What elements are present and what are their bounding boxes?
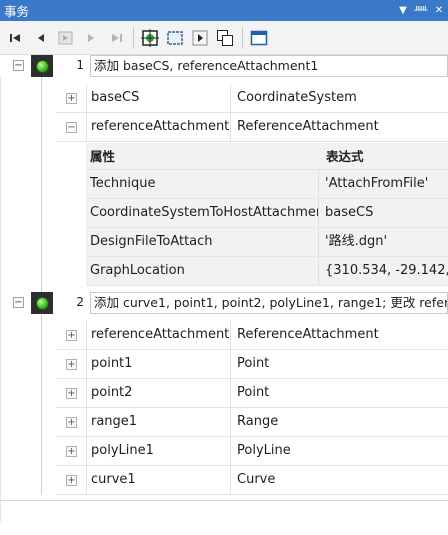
tree-guide-line (41, 77, 42, 292)
table-row[interactable]: + polyLine1 PolyLine (56, 437, 448, 466)
transaction-toolbar (0, 21, 448, 55)
collapse-toggle[interactable]: − (66, 122, 77, 133)
object-table: + referenceAttachment1 ReferenceAttachme… (56, 321, 448, 495)
detail-row[interactable]: Technique 'AttachFromFile' (86, 170, 448, 199)
close-icon[interactable]: ✕ (430, 5, 448, 16)
property-expression[interactable]: 'AttachFromFile' (318, 170, 448, 198)
table-row[interactable]: + range1 Range (56, 408, 448, 437)
go-to-first-button[interactable] (4, 26, 28, 50)
object-name: range1 (86, 408, 230, 436)
expand-toggle[interactable]: + (66, 330, 77, 341)
dropdown-menu-icon[interactable]: ▼ (394, 5, 412, 16)
property-name: CoordinateSystemToHostAttachment (90, 205, 318, 220)
step-into-button[interactable] (54, 26, 78, 50)
expand-toggle[interactable]: + (66, 417, 77, 428)
toolbar-separator (242, 26, 243, 49)
next-icon (88, 33, 94, 42)
tree-guide-line (41, 315, 42, 495)
collapse-toggle[interactable]: − (13, 297, 24, 308)
object-type: Point (230, 350, 448, 378)
status-indicator-icon (31, 292, 53, 314)
object-type: Point (230, 379, 448, 407)
window-icon (250, 30, 268, 45)
property-detail-table: 属性 表达式 Technique 'AttachFromFile' Coordi… (86, 143, 448, 286)
detail-row[interactable]: GraphLocation {310.534, -29.142, 1 (86, 257, 448, 286)
property-name: GraphLocation (90, 263, 185, 278)
property-expression[interactable]: '路线.dgn' (318, 228, 448, 256)
object-name: baseCS (86, 84, 230, 112)
transaction-number: 2 (76, 295, 84, 309)
property-name: Technique (90, 176, 156, 191)
table-row[interactable]: + curve1 Curve (56, 466, 448, 495)
list-divider (0, 500, 448, 501)
detail-row[interactable]: DesignFileToAttach '路线.dgn' (86, 228, 448, 257)
expand-toggle[interactable]: + (66, 93, 77, 104)
property-column-header[interactable]: 属性 (90, 143, 115, 170)
expand-toggle[interactable]: + (66, 388, 77, 399)
previous-icon (38, 33, 44, 42)
object-type: Curve (230, 466, 448, 494)
panel-title: 事务 (4, 4, 30, 19)
object-table: + baseCS CoordinateSystem − referenceAtt… (56, 84, 448, 142)
transaction-description[interactable]: 添加 baseCS, referenceAttachment1 (90, 55, 448, 77)
detail-header: 属性 表达式 (86, 143, 448, 170)
skip-first-icon (10, 33, 20, 42)
property-name: DesignFileToAttach (90, 234, 213, 249)
expand-toggle[interactable]: + (66, 446, 77, 457)
transaction-description[interactable]: 添加 curve1, point1, point2, polyLine1, ra… (90, 292, 448, 314)
pin-icon[interactable]: ᚊ (412, 5, 430, 16)
transaction-number: 1 (76, 58, 84, 72)
object-type: ReferenceAttachment (230, 321, 448, 349)
table-row[interactable]: − referenceAttachment1 ReferenceAttachme… (56, 113, 448, 142)
object-name: point1 (86, 350, 230, 378)
expand-toggle[interactable]: + (66, 475, 77, 486)
property-expression[interactable]: baseCS (318, 199, 448, 227)
transaction-list: − 1 添加 baseCS, referenceAttachment1 + ba… (0, 55, 448, 535)
copy-icon (217, 29, 233, 46)
copy-button[interactable] (213, 26, 237, 50)
object-type: Range (230, 408, 448, 436)
toolbar-separator (133, 26, 134, 49)
select-region-button[interactable] (163, 26, 187, 50)
expression-column-header[interactable]: 表达式 (322, 143, 364, 170)
next-button[interactable] (79, 26, 103, 50)
status-indicator-icon (31, 55, 53, 77)
transaction-row[interactable]: − 1 添加 baseCS, referenceAttachment1 (0, 55, 448, 77)
table-row[interactable]: + baseCS CoordinateSystem (56, 84, 448, 113)
table-row[interactable]: + point1 Point (56, 350, 448, 379)
panel-title-bar: 事务 ▼ ᚊ ✕ (0, 0, 448, 21)
object-name: curve1 (86, 466, 230, 494)
table-row[interactable]: + referenceAttachment1 ReferenceAttachme… (56, 321, 448, 350)
object-name: polyLine1 (86, 437, 230, 465)
play-icon (192, 30, 208, 45)
expand-toggle[interactable]: + (66, 359, 77, 370)
object-name: referenceAttachment1 (86, 113, 230, 141)
play-button[interactable] (188, 26, 212, 50)
step-icon (58, 31, 73, 44)
previous-button[interactable] (29, 26, 53, 50)
transaction-row[interactable]: − 2 添加 curve1, point1, point2, polyLine1… (0, 292, 448, 314)
add-transaction-button[interactable] (138, 26, 162, 50)
go-to-last-button[interactable] (104, 26, 128, 50)
table-row[interactable]: + point2 Point (56, 379, 448, 408)
collapse-toggle[interactable]: − (13, 60, 24, 71)
object-type: CoordinateSystem (230, 84, 448, 112)
property-expression[interactable]: {310.534, -29.142, 1 (318, 257, 448, 285)
fit-view-icon (167, 30, 183, 45)
object-name: referenceAttachment1 (86, 321, 230, 349)
view-panel-button[interactable] (247, 26, 271, 50)
object-name: point2 (86, 379, 230, 407)
detail-row[interactable]: CoordinateSystemToHostAttachment baseCS (86, 199, 448, 228)
object-type: PolyLine (230, 437, 448, 465)
crosshair-green-icon (141, 28, 159, 47)
skip-last-icon (112, 33, 122, 42)
object-type: ReferenceAttachment (230, 113, 448, 141)
